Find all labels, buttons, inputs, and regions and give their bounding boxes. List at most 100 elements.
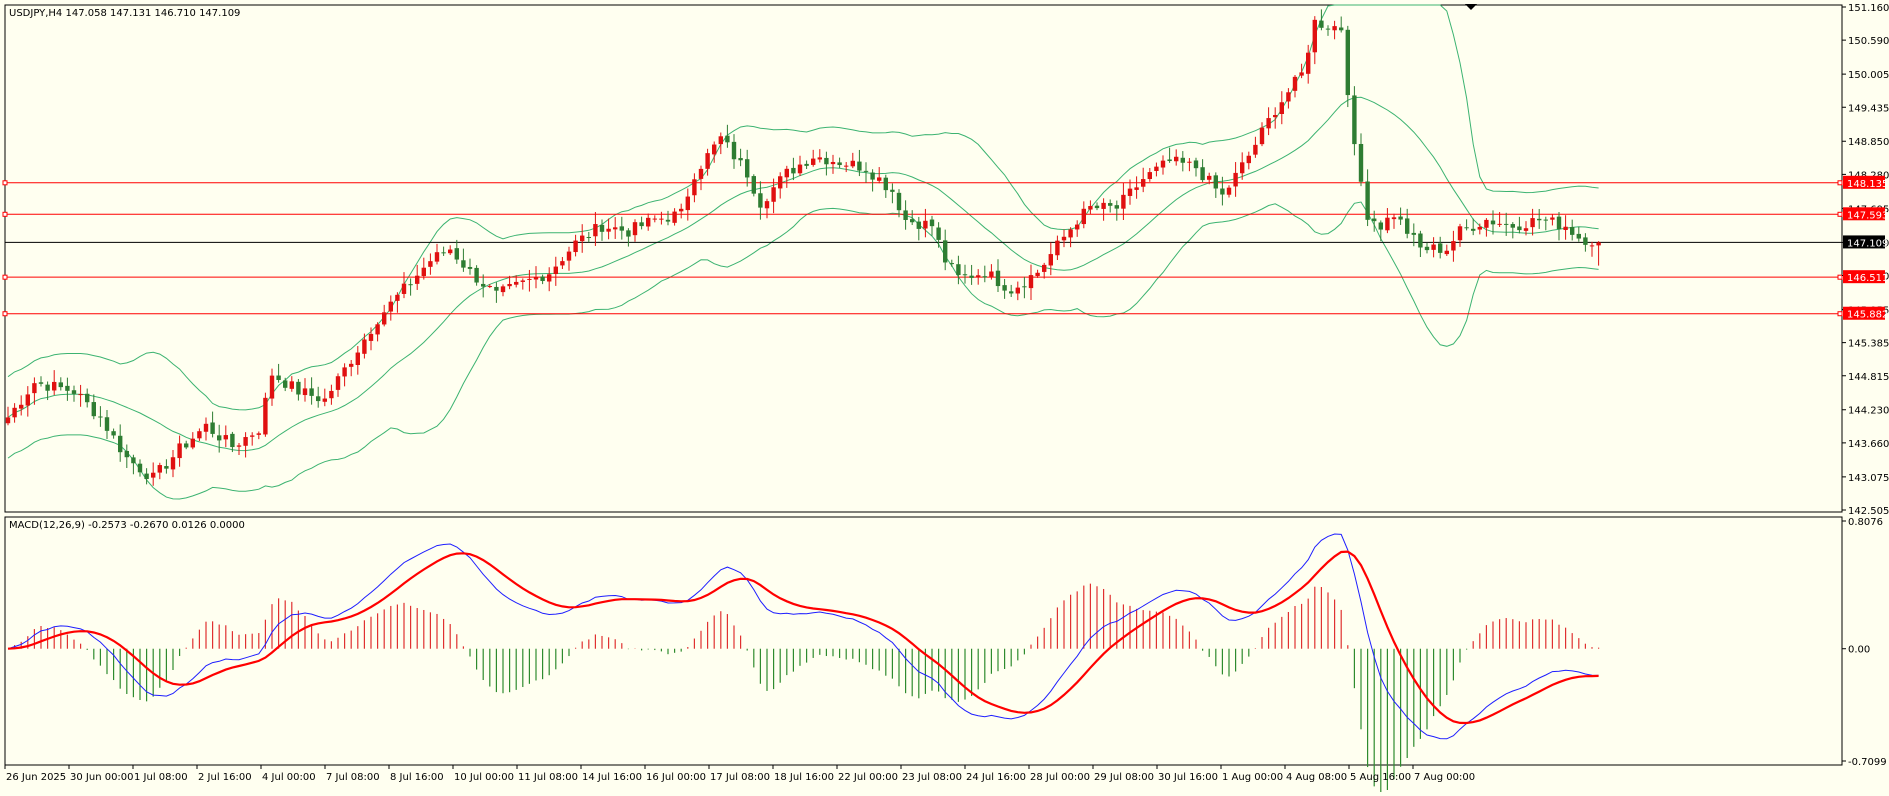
candle[interactable] [428, 253, 433, 275]
candle[interactable] [685, 188, 690, 221]
candle[interactable] [1114, 200, 1119, 221]
candle[interactable] [718, 132, 723, 155]
candle[interactable] [217, 424, 222, 453]
candle[interactable] [1068, 227, 1073, 248]
candle[interactable] [111, 428, 116, 439]
candle[interactable] [804, 160, 809, 170]
candle[interactable] [1259, 122, 1265, 147]
candle[interactable] [157, 462, 162, 480]
candle[interactable] [791, 157, 796, 181]
horizontal-levels[interactable] [2, 180, 1843, 317]
candle[interactable] [745, 149, 750, 187]
candle[interactable] [1015, 281, 1020, 301]
candle[interactable] [1385, 208, 1390, 234]
candle[interactable] [520, 278, 525, 290]
candle[interactable] [1200, 159, 1205, 183]
candle[interactable] [1576, 226, 1581, 242]
candle[interactable] [764, 198, 770, 219]
candle[interactable] [131, 454, 136, 475]
candle[interactable] [52, 370, 57, 396]
candle[interactable] [1292, 74, 1298, 98]
level-anchor-right[interactable] [1837, 274, 1843, 280]
candles[interactable] [5, 9, 1601, 486]
candle[interactable] [1530, 208, 1535, 236]
candle[interactable] [58, 377, 63, 391]
candle[interactable] [982, 265, 987, 283]
candle[interactable] [151, 462, 156, 486]
candle[interactable] [1312, 16, 1317, 65]
candle[interactable] [1438, 236, 1443, 259]
candle[interactable] [1022, 276, 1027, 299]
candle[interactable] [322, 388, 327, 407]
candle[interactable] [850, 152, 855, 169]
candle[interactable] [250, 432, 255, 446]
candle[interactable] [118, 424, 123, 462]
candle[interactable] [210, 411, 215, 438]
candle[interactable] [1009, 284, 1014, 298]
candle[interactable] [276, 363, 281, 383]
level-anchor-left[interactable] [2, 180, 8, 186]
candle[interactable] [652, 215, 657, 223]
candle[interactable] [580, 224, 585, 253]
candle[interactable] [1226, 185, 1232, 198]
candle[interactable] [124, 444, 129, 468]
candle[interactable] [1464, 219, 1469, 231]
candle[interactable] [1286, 88, 1291, 109]
candle[interactable] [566, 246, 572, 271]
candle[interactable] [1213, 172, 1218, 198]
candle[interactable] [223, 425, 228, 448]
candle[interactable] [540, 274, 545, 285]
candle[interactable] [203, 417, 209, 441]
candle[interactable] [104, 409, 110, 439]
candle[interactable] [1141, 167, 1146, 193]
candle[interactable] [85, 388, 90, 408]
candle[interactable] [837, 157, 842, 169]
candle[interactable] [1075, 220, 1080, 237]
candle[interactable] [533, 266, 539, 289]
candle[interactable] [1358, 133, 1364, 187]
candle[interactable] [170, 450, 176, 478]
candle[interactable] [1365, 169, 1370, 227]
candle[interactable] [1081, 201, 1086, 229]
candle[interactable] [382, 304, 387, 327]
candle[interactable] [1101, 198, 1106, 221]
candle[interactable] [98, 406, 103, 427]
candle[interactable] [632, 219, 638, 242]
candle[interactable] [415, 264, 420, 290]
candle[interactable] [613, 217, 618, 239]
candle[interactable] [329, 384, 334, 405]
candle[interactable] [1537, 209, 1542, 229]
level-anchor-left[interactable] [2, 274, 8, 280]
candle[interactable] [164, 459, 169, 474]
candle[interactable] [731, 134, 737, 169]
level-anchor-right[interactable] [1837, 180, 1843, 186]
candle[interactable] [1088, 200, 1093, 214]
candle[interactable] [830, 154, 836, 174]
candle[interactable] [243, 432, 248, 458]
candle[interactable] [481, 274, 486, 298]
candle[interactable] [586, 231, 591, 243]
level-anchor-left[interactable] [2, 211, 8, 217]
candle[interactable] [434, 243, 440, 265]
candle[interactable] [771, 178, 776, 214]
candle[interactable] [1042, 262, 1047, 279]
candle[interactable] [1339, 16, 1344, 33]
candle[interactable] [976, 269, 981, 285]
candle[interactable] [296, 379, 301, 401]
candle[interactable] [877, 167, 882, 184]
candle[interactable] [408, 278, 413, 296]
candle[interactable] [1451, 230, 1456, 262]
candle[interactable] [1345, 25, 1350, 108]
candle[interactable] [454, 239, 459, 264]
candle[interactable] [870, 169, 875, 192]
candle[interactable] [573, 234, 578, 257]
candle[interactable] [738, 148, 743, 167]
candle[interactable] [903, 200, 908, 230]
candle[interactable] [474, 265, 479, 286]
level-anchor-right[interactable] [1837, 211, 1843, 217]
candle[interactable] [302, 378, 308, 402]
candle[interactable] [1180, 151, 1185, 172]
candle[interactable] [283, 377, 288, 392]
candle[interactable] [25, 386, 30, 417]
candle[interactable] [1174, 149, 1179, 166]
